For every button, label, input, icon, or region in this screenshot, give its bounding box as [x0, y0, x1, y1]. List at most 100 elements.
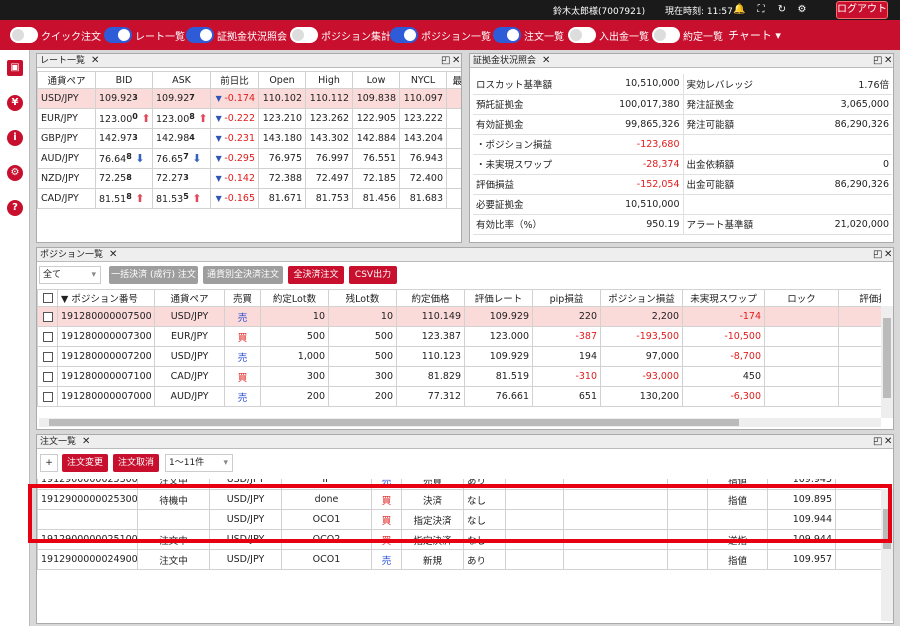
row-select[interactable]: [37, 306, 58, 327]
close-icon[interactable]: ✕: [542, 55, 550, 66]
position-row[interactable]: 191280000007000 AUD/JPY 売 200 200 77.312 76.66…: [37, 386, 881, 407]
checkbox[interactable]: [42, 371, 53, 382]
help-icon[interactable]: ?: [7, 200, 23, 216]
maximize-icon[interactable]: ◰: [873, 54, 882, 67]
toggle-order-list[interactable]: 注文一覧: [493, 26, 564, 44]
rate-row[interactable]: CAD/JPY 81.518 ⬆ 81.535 ⬆ ▼ -0.165 81.671 81.…: [37, 188, 461, 209]
close-icon[interactable]: ✕: [884, 435, 892, 448]
bid-price[interactable]: 109.923: [95, 88, 153, 109]
toggle-deposit-list[interactable]: 入出金一覧: [568, 26, 649, 44]
rate-column-header[interactable]: High: [305, 71, 353, 89]
ask-price[interactable]: 76.657 ⬇: [152, 148, 211, 169]
bid-price[interactable]: 81.518 ⬆: [95, 188, 153, 209]
cancel-order-button[interactable]: 注文取消: [113, 454, 159, 472]
bid-price[interactable]: 123.000 ⬆: [95, 108, 153, 129]
rate-column-header[interactable]: 通貨ペア: [37, 71, 96, 89]
toggle-switch[interactable]: [568, 27, 596, 43]
rate-column-header[interactable]: ASK: [152, 71, 211, 89]
rate-column-header[interactable]: NYCL: [399, 71, 447, 89]
position-column-header[interactable]: 通貨ペア: [154, 289, 225, 307]
gear-icon[interactable]: ⚙: [7, 165, 23, 181]
rate-column-header[interactable]: Open: [258, 71, 306, 89]
save-icon[interactable]: ▣: [7, 60, 23, 76]
maximize-icon[interactable]: ◰: [873, 435, 882, 448]
fullscreen-icon[interactable]: ⛶: [755, 3, 767, 16]
settle-all-button[interactable]: 全決済注文: [288, 266, 344, 284]
close-icon[interactable]: ✕: [91, 55, 99, 66]
position-column-header[interactable]: 残Lot数: [328, 289, 397, 307]
position-column-header[interactable]: 評価損: [838, 289, 881, 307]
rate-column-header[interactable]: 最終: [446, 71, 461, 89]
bid-price[interactable]: 72.258: [95, 168, 153, 189]
toggle-switch[interactable]: [390, 27, 418, 43]
rate-row[interactable]: GBP/JPY 142.973 142.984 ▼ -0.231 143.180 143.…: [37, 128, 461, 149]
position-column-header[interactable]: pip損益: [532, 289, 601, 307]
checkbox[interactable]: [42, 391, 53, 402]
ask-price[interactable]: 72.273: [152, 168, 211, 189]
checkbox[interactable]: [42, 293, 53, 303]
chart-menu[interactable]: チャート ▾: [728, 27, 781, 43]
row-select[interactable]: [37, 366, 58, 387]
vertical-scrollbar[interactable]: [881, 306, 893, 418]
scrollbar-thumb[interactable]: [883, 318, 891, 398]
position-column-header[interactable]: 未実現スワップ: [682, 289, 765, 307]
rate-row[interactable]: NZD/JPY 72.258 72.273 ▼ -0.142 72.388 72.497 7…: [37, 168, 461, 189]
order-range-select[interactable]: 1～11件 ▾: [165, 454, 233, 472]
bid-price[interactable]: 142.973: [95, 128, 153, 149]
maximize-icon[interactable]: ◰: [441, 54, 450, 67]
horizontal-scrollbar[interactable]: [39, 418, 881, 427]
rate-row[interactable]: AUD/JPY 76.648 ⬇ 76.657 ⬇ ▼ -0.295 76.975 76.…: [37, 148, 461, 169]
checkbox[interactable]: [42, 351, 53, 362]
position-column-header[interactable]: 約定価格: [396, 289, 465, 307]
rate-column-header[interactable]: 前日比: [210, 71, 259, 89]
position-column-header[interactable]: 売買: [224, 289, 261, 307]
position-column-header[interactable]: ロック: [764, 289, 839, 307]
info-icon[interactable]: i: [7, 130, 23, 146]
modify-order-button[interactable]: 注文変更: [62, 454, 108, 472]
toggle-execution-list[interactable]: 約定一覧: [652, 26, 723, 44]
toggle-rate-list[interactable]: レート一覧: [104, 26, 185, 44]
position-filter-select[interactable]: 全て ▾: [39, 266, 101, 284]
checkbox[interactable]: [42, 331, 53, 342]
position-row[interactable]: 191280000007100 CAD/JPY 買 300 300 81.829 81.51…: [37, 366, 881, 387]
toggle-switch[interactable]: [104, 27, 132, 43]
add-order-button[interactable]: +: [40, 454, 58, 472]
logout-button[interactable]: ログアウト: [836, 1, 888, 19]
checkbox[interactable]: [42, 311, 53, 322]
position-column-header[interactable]: ▼ ポジション番号: [57, 289, 155, 307]
toggle-switch[interactable]: [493, 27, 521, 43]
yen-icon[interactable]: ¥: [7, 95, 23, 111]
rate-column-header[interactable]: Low: [352, 71, 400, 89]
bell-icon[interactable]: 🔔: [733, 3, 745, 16]
position-column-header[interactable]: 約定Lot数: [260, 289, 329, 307]
scrollbar-thumb[interactable]: [49, 419, 739, 426]
select-all-header[interactable]: [37, 289, 58, 307]
toggle-position-summary[interactable]: ポジション集計: [290, 26, 391, 44]
csv-export-button[interactable]: CSV出力: [349, 266, 397, 284]
order-row[interactable]: 1912900000024900 注文中 USD/JPY OCO1 売新規 あり 指値 109…: [37, 549, 881, 570]
close-icon[interactable]: ✕: [452, 54, 460, 67]
bulk-settle-market-button[interactable]: 一括決済 (成行) 注文: [109, 266, 198, 284]
ask-price[interactable]: 142.984: [152, 128, 211, 149]
position-row[interactable]: 191280000007300 EUR/JPY 買 500 500 123.387 123.…: [37, 326, 881, 347]
ask-price[interactable]: 123.008 ⬆: [152, 108, 211, 129]
close-icon[interactable]: ✕: [884, 248, 892, 261]
rate-row[interactable]: USD/JPY 109.923 109.927 ▼ -0.174 110.102 110.…: [37, 88, 461, 109]
row-select[interactable]: [37, 326, 58, 347]
bid-price[interactable]: 76.648 ⬇: [95, 148, 153, 169]
toggle-quick-order[interactable]: クイック注文: [10, 26, 101, 44]
rate-row[interactable]: EUR/JPY 123.000 ⬆ 123.008 ⬆ ▼ -0.222 123.210…: [37, 108, 461, 129]
close-icon[interactable]: ✕: [82, 436, 90, 447]
toggle-switch[interactable]: [652, 27, 680, 43]
currency-settle-all-button[interactable]: 通貨別全決済注文: [203, 266, 283, 284]
toggle-position-list[interactable]: ポジション一覧: [390, 26, 491, 44]
row-select[interactable]: [37, 346, 58, 367]
position-row[interactable]: 191280000007500 USD/JPY 売 10 10 110.149 109.92…: [37, 306, 881, 327]
toggle-switch[interactable]: [290, 27, 318, 43]
rate-column-header[interactable]: BID: [95, 71, 153, 89]
gear-icon[interactable]: ⚙: [796, 3, 808, 16]
refresh-icon[interactable]: ↻: [776, 3, 788, 16]
position-row[interactable]: 191280000007200 USD/JPY 売 1,000 500 110.123 10…: [37, 346, 881, 367]
ask-price[interactable]: 81.535 ⬆: [152, 188, 211, 209]
toggle-switch[interactable]: [186, 27, 214, 43]
